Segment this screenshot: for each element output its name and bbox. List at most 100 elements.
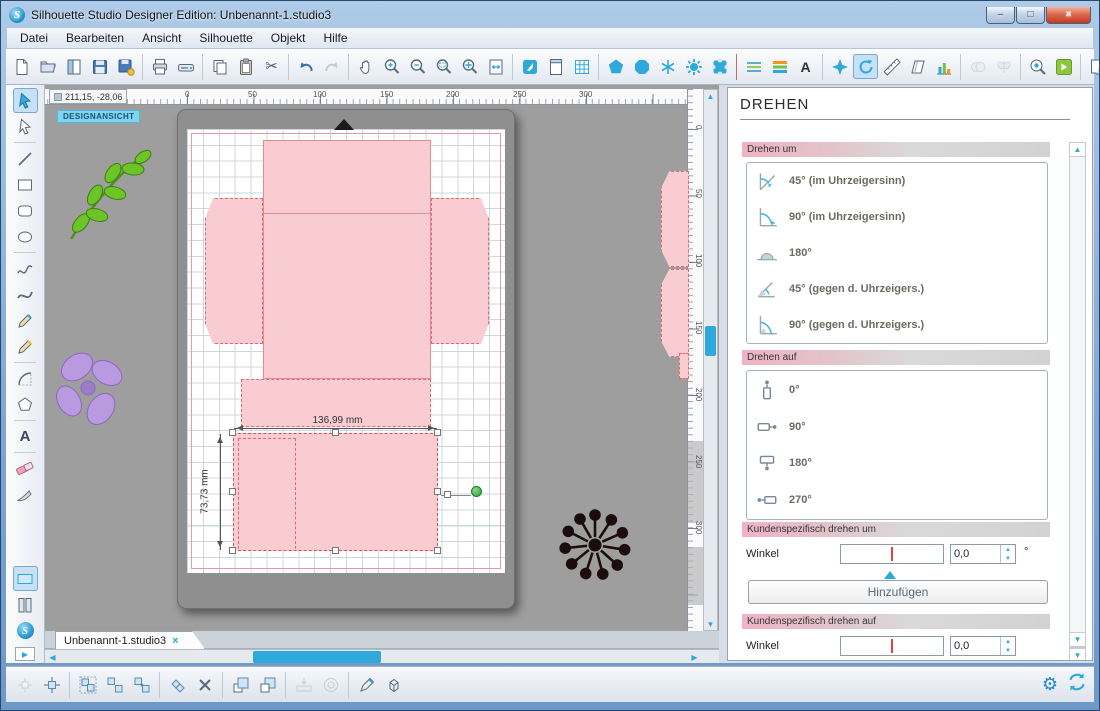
- menu-datei[interactable]: Datei: [11, 29, 57, 47]
- library-view-icon[interactable]: [13, 592, 38, 617]
- octagon-shape-icon[interactable]: [629, 54, 654, 79]
- menu-objekt[interactable]: Objekt: [262, 29, 315, 47]
- scroll-left-icon[interactable]: ◀: [46, 651, 59, 663]
- text-style-icon[interactable]: A: [793, 54, 818, 79]
- weld-shapes-icon[interactable]: [165, 672, 190, 697]
- line-tool-icon[interactable]: [13, 146, 38, 171]
- store-icon[interactable]: S: [13, 618, 38, 643]
- drag-zoom-icon[interactable]: [457, 54, 482, 79]
- selection-handle[interactable]: [229, 488, 236, 495]
- rotate-to-0-item[interactable]: 0°: [747, 373, 1047, 408]
- select-tool-icon[interactable]: [13, 88, 38, 113]
- snowflake-shape-icon[interactable]: [655, 54, 680, 79]
- print-icon[interactable]: [147, 54, 172, 79]
- pick-style-icon[interactable]: [354, 672, 379, 697]
- menu-silhouette[interactable]: Silhouette: [190, 29, 261, 47]
- preview-icon[interactable]: [1051, 54, 1076, 79]
- box-template-right-flap[interactable]: [431, 198, 489, 344]
- save-icon[interactable]: [87, 54, 112, 79]
- text-tool-icon[interactable]: A: [13, 424, 38, 449]
- send-to-silhouette-icon[interactable]: [173, 54, 198, 79]
- rotate-tool-icon[interactable]: [853, 54, 878, 79]
- menu-hilfe[interactable]: Hilfe: [314, 29, 356, 47]
- angle-spinner[interactable]: ▲ ▼: [1000, 545, 1015, 563]
- angle-spinner-2[interactable]: ▲ ▼: [1000, 637, 1015, 655]
- horizontal-scrollbar[interactable]: ◀ ▶: [45, 649, 719, 663]
- open-library-icon[interactable]: [61, 54, 86, 79]
- shear-tool-icon[interactable]: [905, 54, 930, 79]
- fit-to-page-icon[interactable]: [483, 54, 508, 79]
- slider-marker[interactable]: [884, 565, 896, 579]
- selection-handle[interactable]: [434, 547, 441, 554]
- selection-handle[interactable]: [434, 429, 441, 436]
- bring-to-front-icon[interactable]: [228, 672, 253, 697]
- rotation-handle[interactable]: [471, 486, 482, 497]
- box-template-top-panel[interactable]: [263, 140, 431, 214]
- center-to-page-icon[interactable]: [39, 672, 64, 697]
- box-template-main-panel[interactable]: [263, 213, 431, 379]
- toolbar-expand-icon[interactable]: ▶: [15, 647, 35, 661]
- leaf-shape[interactable]: [59, 149, 155, 247]
- point-edit-tool-icon[interactable]: [13, 114, 38, 139]
- selection-handle[interactable]: [229, 547, 236, 554]
- rotate-to-180-item[interactable]: 180°: [747, 446, 1047, 481]
- extrude-icon[interactable]: [381, 672, 406, 697]
- ungroup-icon[interactable]: [102, 672, 127, 697]
- selection-handle[interactable]: [444, 491, 451, 498]
- highlighter-tool-icon[interactable]: [13, 334, 38, 359]
- cut-settings-icon[interactable]: [517, 54, 542, 79]
- document-tab[interactable]: Unbenannt-1.studio3 ×: [55, 631, 205, 649]
- group-icon[interactable]: [75, 672, 100, 697]
- offcanvas-strip[interactable]: [679, 353, 689, 379]
- angle-slider[interactable]: [840, 544, 944, 564]
- zoom-selection-icon[interactable]: [431, 54, 456, 79]
- add-button[interactable]: Hinzufügen: [748, 580, 1048, 604]
- offcanvas-flap-top[interactable]: [661, 171, 689, 267]
- object-stats-icon[interactable]: [931, 54, 956, 79]
- box-template-left-flap[interactable]: [205, 198, 263, 344]
- scroll-up-icon[interactable]: ▲: [704, 90, 717, 102]
- sync-icon[interactable]: [1066, 671, 1088, 698]
- paste-icon[interactable]: [233, 54, 258, 79]
- page-view-icon[interactable]: [13, 566, 38, 591]
- new-document-icon[interactable]: [9, 54, 34, 79]
- scroll-right-icon[interactable]: ▶: [688, 651, 701, 663]
- angle-input[interactable]: [951, 545, 1000, 563]
- polygon-tool-icon[interactable]: [13, 392, 38, 417]
- spin-down-icon[interactable]: ▼: [1001, 554, 1015, 563]
- selection-handle[interactable]: [332, 547, 339, 554]
- spin-up-icon[interactable]: ▲: [1001, 545, 1015, 554]
- trace-area-icon[interactable]: [1025, 54, 1050, 79]
- freehand-tool-icon[interactable]: [13, 256, 38, 281]
- pan-tool-icon[interactable]: [353, 54, 378, 79]
- undo-icon[interactable]: [293, 54, 318, 79]
- starburst-shape[interactable]: [553, 503, 637, 587]
- smooth-freehand-tool-icon[interactable]: [13, 282, 38, 307]
- rectangle-tool-icon[interactable]: [13, 172, 38, 197]
- line-style-icon[interactable]: [741, 54, 766, 79]
- rotate-90-cw-item[interactable]: 90° (im Uhrzeigersinn): [747, 200, 1047, 235]
- zoom-in-icon[interactable]: [379, 54, 404, 79]
- knife-tool-icon[interactable]: [13, 482, 38, 507]
- save-as-icon[interactable]: [113, 54, 138, 79]
- arc-tool-icon[interactable]: [13, 366, 38, 391]
- settings-gear-icon[interactable]: ⚙: [1042, 674, 1058, 695]
- minimize-button[interactable]: –: [986, 7, 1015, 24]
- page-tools-icon[interactable]: [1085, 54, 1100, 79]
- cut-scissors-icon[interactable]: ✂: [259, 54, 284, 79]
- panel-scroll-up-icon[interactable]: ▲: [1069, 142, 1086, 157]
- selection-handle[interactable]: [434, 488, 441, 495]
- scallop-square-shape-icon[interactable]: [707, 54, 732, 79]
- close-button[interactable]: ×: [1046, 7, 1091, 24]
- eraser-tool-icon[interactable]: [13, 456, 38, 481]
- delete-icon[interactable]: [192, 672, 217, 697]
- scale-tool-icon[interactable]: [879, 54, 904, 79]
- copy-icon[interactable]: [207, 54, 232, 79]
- zoom-out-icon[interactable]: [405, 54, 430, 79]
- title-bar[interactable]: S Silhouette Studio Designer Edition: Un…: [6, 4, 1094, 26]
- spin-down-icon[interactable]: ▼: [1001, 646, 1015, 655]
- panel-scroll-down-icon[interactable]: ▼: [1069, 632, 1086, 647]
- draw-pencil-tool-icon[interactable]: [13, 308, 38, 333]
- offcanvas-flap-bottom[interactable]: [661, 269, 689, 357]
- rotate-to-90-item[interactable]: 90°: [747, 409, 1047, 444]
